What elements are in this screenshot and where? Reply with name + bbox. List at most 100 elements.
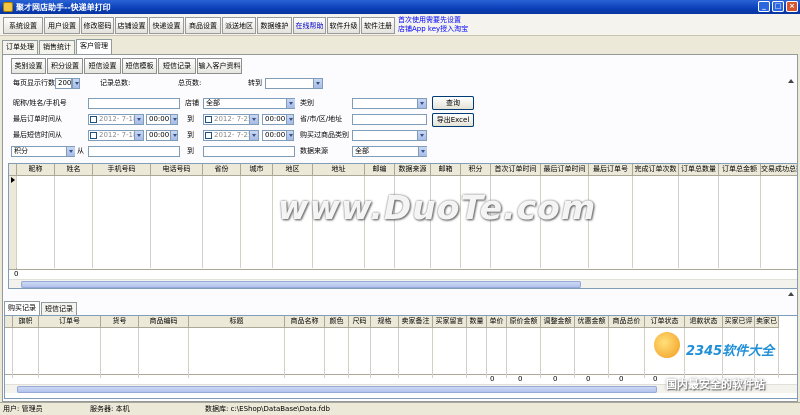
col-spec[interactable]: 规格: [371, 316, 399, 327]
tab-order-processing[interactable]: 订单处理: [2, 40, 38, 54]
col-nickname[interactable]: 昵称: [17, 164, 55, 175]
collapse-up-icon[interactable]: [788, 79, 794, 83]
col-phone[interactable]: 电话号码: [151, 164, 203, 175]
last-sms-time-from[interactable]: 00:00: [146, 130, 178, 141]
col-order-quantity[interactable]: 订单总数量: [679, 164, 719, 175]
software-upgrade-button[interactable]: 软件升级: [327, 17, 360, 34]
category-filter-select[interactable]: [352, 98, 427, 109]
source-dropdown-icon[interactable]: [418, 147, 427, 156]
points-to-input[interactable]: [203, 146, 295, 157]
goto-page-select[interactable]: [265, 78, 323, 89]
bought-category-select[interactable]: [352, 130, 427, 141]
splitter-up-icon[interactable]: [788, 292, 794, 296]
page-size-spinner[interactable]: [72, 78, 80, 89]
software-register-button[interactable]: 软件注册: [361, 17, 395, 34]
col-city[interactable]: 城市: [241, 164, 273, 175]
col-source[interactable]: 数据来源: [395, 164, 431, 175]
col-last-order-no[interactable]: 最后订单号: [589, 164, 633, 175]
page-size-input[interactable]: 200: [55, 78, 72, 89]
col-mobile[interactable]: 手机号码: [93, 164, 151, 175]
system-settings-button[interactable]: 系统设置: [3, 17, 43, 34]
col-success-total[interactable]: 交易成功总数: [761, 164, 797, 175]
col-buyer-message[interactable]: 买家留言: [433, 316, 467, 327]
name-filter-input[interactable]: [88, 98, 180, 109]
grid-column-line: [370, 328, 371, 378]
grid-column-line: [92, 176, 93, 268]
col-last-order-time[interactable]: 最后订单时间: [541, 164, 589, 175]
points-dropdown-icon[interactable]: [66, 147, 75, 156]
col-address[interactable]: 地址: [313, 164, 365, 175]
minimize-button[interactable]: _: [758, 1, 770, 12]
data-maintenance-button[interactable]: 数据维护: [257, 17, 292, 34]
points-from-input[interactable]: [88, 146, 180, 157]
col-order-no[interactable]: 订单号: [39, 316, 101, 327]
col-seller-rated[interactable]: 卖家已: [755, 316, 779, 327]
shop-filter-select[interactable]: 全部: [203, 98, 295, 109]
col-province[interactable]: 省份: [203, 164, 241, 175]
last-order-date-to[interactable]: 2012- 7-25: [203, 114, 259, 125]
col-adjust-amount[interactable]: 调整金额: [541, 316, 575, 327]
online-help-button[interactable]: 在线帮助: [293, 17, 326, 34]
col-discount-amount[interactable]: 优惠金额: [575, 316, 609, 327]
col-title[interactable]: 标题: [189, 316, 285, 327]
col-original-amount[interactable]: 原价金额: [507, 316, 541, 327]
purchase-scroll-thumb[interactable]: [17, 386, 657, 393]
shop-filter-dropdown-icon[interactable]: [286, 99, 295, 108]
col-zip[interactable]: 邮编: [365, 164, 395, 175]
last-sms-date-to[interactable]: 2012- 7-25: [203, 130, 259, 141]
grid-column-line: [16, 176, 17, 268]
shop-settings-button[interactable]: 店铺设置: [115, 17, 148, 34]
col-quantity[interactable]: 数量: [467, 316, 487, 327]
export-excel-button[interactable]: 导出Excel: [432, 113, 474, 127]
last-order-time-to[interactable]: 00:00: [262, 114, 294, 125]
sms-settings-button[interactable]: 短信设置: [84, 58, 121, 74]
close-button[interactable]: ×: [786, 1, 798, 12]
col-name[interactable]: 姓名: [55, 164, 93, 175]
total-original-amount: 0: [553, 375, 558, 383]
col-color[interactable]: 颜色: [325, 316, 349, 327]
col-buyer-rated[interactable]: 买家已评: [723, 316, 755, 327]
points-settings-button[interactable]: 积分设置: [47, 58, 83, 74]
grid-column-line: [188, 328, 189, 378]
col-size[interactable]: 尺码: [349, 316, 371, 327]
tab-customer-management[interactable]: 客户管理: [76, 39, 112, 54]
total-quantity: 0: [490, 375, 495, 383]
col-order-amount[interactable]: 订单总金额: [719, 164, 761, 175]
col-order-status[interactable]: 订单状态: [645, 316, 685, 327]
user-settings-button[interactable]: 用户设置: [44, 17, 80, 34]
col-email[interactable]: 邮箱: [431, 164, 461, 175]
source-filter-select[interactable]: 全部: [352, 146, 427, 157]
col-product-code[interactable]: 商品编码: [139, 316, 189, 327]
last-sms-time-to[interactable]: 00:00: [262, 130, 294, 141]
change-password-button[interactable]: 修改密码: [81, 17, 114, 34]
col-unit-price[interactable]: 单价: [487, 316, 507, 327]
col-product-name[interactable]: 商品名称: [285, 316, 325, 327]
tab-sms-records[interactable]: 短信记录: [41, 302, 77, 316]
customer-grid-hscrollbar[interactable]: [9, 279, 797, 288]
maximize-button[interactable]: □: [772, 1, 784, 12]
input-customer-button[interactable]: 输入客户资料: [197, 58, 242, 74]
col-product-total[interactable]: 商品总价: [609, 316, 645, 327]
col-item-no[interactable]: 货号: [101, 316, 139, 327]
last-order-date-from[interactable]: 2012- 7-18: [88, 114, 144, 125]
col-points[interactable]: 积分: [461, 164, 491, 175]
delivery-region-button[interactable]: 派送地区: [222, 17, 256, 34]
product-settings-button[interactable]: 商品设置: [185, 17, 221, 34]
tab-sales-stats[interactable]: 销售统计: [39, 40, 75, 54]
query-button[interactable]: 查询: [432, 96, 474, 110]
col-seller-note[interactable]: 卖家备注: [399, 316, 433, 327]
tab-purchase-records[interactable]: 购买记录: [4, 301, 40, 316]
col-completed-orders[interactable]: 完成订单次数: [633, 164, 679, 175]
last-sms-date-from[interactable]: 2012- 7-18: [88, 130, 144, 141]
last-order-time-from[interactable]: 00:00: [146, 114, 178, 125]
region-filter-input[interactable]: [352, 114, 427, 125]
category-settings-button[interactable]: 类别设置: [11, 58, 46, 74]
col-refund-status[interactable]: 退款状态: [685, 316, 723, 327]
express-settings-button[interactable]: 快递设置: [149, 17, 184, 34]
col-first-order-time[interactable]: 首次订单时间: [491, 164, 541, 175]
col-district[interactable]: 地区: [273, 164, 313, 175]
customer-scroll-thumb[interactable]: [21, 281, 581, 288]
sms-template-button[interactable]: 短信模板: [122, 58, 157, 74]
col-flag[interactable]: 旗帜: [13, 316, 39, 327]
sms-records-button[interactable]: 短信记录: [158, 58, 196, 74]
